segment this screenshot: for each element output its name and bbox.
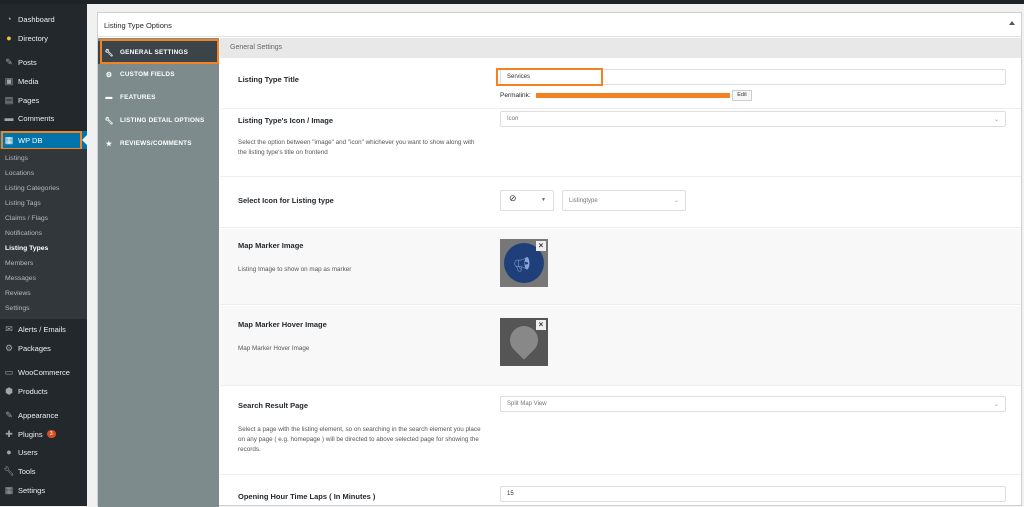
tab-custom-fields[interactable]: ⚙ CUSTOM FIELDS bbox=[98, 63, 219, 86]
submenu-listing-categories[interactable]: Listing Categories bbox=[5, 185, 59, 192]
user-icon: ● bbox=[6, 447, 12, 457]
wrench-icon: 🔧︎ bbox=[3, 465, 15, 476]
submenu-settings[interactable]: Settings bbox=[5, 305, 30, 312]
permalink-edit-button[interactable]: Edit bbox=[732, 90, 752, 101]
icon-image-select[interactable]: Icon ⌄ bbox=[500, 111, 1006, 127]
label-map-marker-hover: Map Marker Hover Image bbox=[238, 320, 327, 329]
gear-icon: ⚙ bbox=[105, 71, 113, 79]
submenu-messages[interactable]: Messages bbox=[5, 275, 36, 282]
search-result-description: Select a page with the listing element, … bbox=[238, 426, 481, 453]
tab-reviews-comments[interactable]: ★ REVIEWS/COMMENTS bbox=[98, 132, 219, 155]
map-marker-description: Listing Image to show on map as marker bbox=[238, 266, 352, 273]
submenu-listing-types[interactable]: Listing Types bbox=[5, 245, 48, 252]
row-map-marker: Map Marker Image Listing Image to show o… bbox=[220, 229, 1021, 305]
media-icon: ▣ bbox=[4, 75, 14, 86]
label-select-icon: Select Icon for Listing type bbox=[238, 196, 334, 205]
submenu-locations[interactable]: Locations bbox=[5, 170, 34, 177]
sidebar-item-media[interactable]: ▣ Media bbox=[0, 72, 87, 90]
icon-image-description: Select the option between "image" and "i… bbox=[238, 139, 475, 156]
admin-top-bar bbox=[0, 0, 1024, 4]
settings-tabs: 🔧︎ GENERAL SETTINGS ⚙ CUSTOM FIELDS ▬ FEATU… bbox=[98, 38, 219, 507]
label-icon-image: Listing Type's Icon / Image bbox=[238, 116, 333, 125]
label-listing-type-title: Listing Type Title bbox=[238, 75, 299, 84]
sidebar-item-settings[interactable]: ▦ Settings bbox=[0, 481, 87, 499]
label-opening-hours: Opening Hour Time Laps ( In Minutes ) bbox=[238, 492, 376, 501]
submenu-reviews[interactable]: Reviews bbox=[5, 290, 31, 297]
dashboard-icon: ◔ bbox=[6, 14, 12, 24]
highlight-outline-general-settings bbox=[100, 39, 219, 64]
tab-features[interactable]: ▬ FEATURES bbox=[98, 86, 219, 109]
listing-type-options-panel: Listing Type Options 🔧︎ GENERAL SETTINGS … bbox=[97, 12, 1022, 507]
sidebar-item-packages[interactable]: ⚙ Packages bbox=[0, 339, 87, 357]
comment-icon: ▬ bbox=[4, 113, 14, 123]
sidebar-item-dashboard[interactable]: ◔ Dashboard bbox=[0, 10, 87, 28]
current-menu-arrow bbox=[82, 135, 87, 145]
sidebar-item-alerts[interactable]: ✉ Alerts / Emails bbox=[0, 320, 87, 338]
mail-icon: ✉ bbox=[5, 323, 13, 334]
chevron-down-icon: ⌄ bbox=[673, 198, 679, 204]
row-search-result-page: Search Result Page Select a page with th… bbox=[220, 387, 1021, 475]
sidebar-item-directory[interactable]: ● Directory bbox=[0, 29, 87, 47]
package-icon: ⚙ bbox=[4, 342, 14, 353]
sidebar-item-plugins[interactable]: ✚ Plugins 3 bbox=[0, 425, 87, 443]
chevron-down-icon: ⌄ bbox=[993, 117, 999, 123]
caret-down-icon: ▼ bbox=[541, 197, 546, 203]
product-icon: ⬢ bbox=[5, 385, 13, 396]
permalink-label: Permalink: bbox=[500, 92, 531, 99]
plugins-update-badge: 3 bbox=[46, 430, 56, 438]
sidebar-item-posts[interactable]: ✎ Posts bbox=[0, 53, 87, 71]
row-map-marker-hover: Map Marker Hover Image Map Marker Hover … bbox=[220, 306, 1021, 386]
submenu-notifications[interactable]: Notifications bbox=[5, 230, 42, 237]
row-opening-hours: Opening Hour Time Laps ( In Minutes ) 15 bbox=[220, 476, 1021, 507]
submenu-listing-tags[interactable]: Listing Tags bbox=[5, 200, 41, 207]
card-icon: ▬ bbox=[105, 94, 113, 101]
chevron-down-icon: ⌄ bbox=[993, 402, 999, 408]
map-marker-hover-thumbnail[interactable]: × bbox=[500, 318, 548, 366]
row-listing-type-title: Listing Type Title Services Permalink: E… bbox=[220, 59, 1021, 109]
label-map-marker: Map Marker Image bbox=[238, 241, 304, 250]
collapse-caret-icon[interactable] bbox=[1009, 21, 1015, 25]
page-icon: ▤ bbox=[4, 94, 14, 105]
brush-icon: ✎ bbox=[5, 409, 13, 420]
sidebar-item-appearance[interactable]: ✎ Appearance bbox=[0, 406, 87, 424]
pin-icon: ✎ bbox=[5, 56, 13, 67]
wrench-icon: 🔧︎ bbox=[104, 117, 114, 125]
map-marker-thumbnail[interactable]: 📢︎ × bbox=[500, 239, 548, 287]
icon-picker-button[interactable]: ⊘ ▼ bbox=[500, 190, 554, 211]
panel-title: Listing Type Options bbox=[98, 13, 1021, 37]
star-icon: ★ bbox=[105, 140, 113, 148]
label-search-result-page: Search Result Page bbox=[238, 401, 309, 410]
sidebar-item-users[interactable]: ● Users bbox=[0, 443, 87, 461]
tab-listing-detail-options[interactable]: 🔧︎ LISTING DETAIL OPTIONS bbox=[98, 109, 219, 132]
sidebar-item-pages[interactable]: ▤ Pages bbox=[0, 91, 87, 109]
opening-hours-input[interactable]: 15 bbox=[500, 486, 1006, 502]
directory-icon: ● bbox=[6, 33, 12, 43]
wpdb-submenu: Listings Locations Listing Categories Li… bbox=[0, 149, 87, 319]
icon-search-field[interactable]: Listingtype ⌄ bbox=[562, 190, 686, 211]
sidebar-item-comments[interactable]: ▬ Comments bbox=[0, 109, 87, 127]
row-icon-image: Listing Type's Icon / Image Select the o… bbox=[220, 109, 1021, 177]
remove-image-icon[interactable]: × bbox=[536, 320, 546, 330]
admin-sidebar: ◔ Dashboard ● Directory ✎ Posts ▣ Media ▤ Pag… bbox=[0, 4, 87, 506]
permalink-redacted bbox=[536, 93, 730, 98]
highlight-outline-title bbox=[496, 68, 603, 86]
row-select-icon: Select Icon for Listing type ⊘ ▼ Listingt… bbox=[220, 178, 1021, 228]
block-icon: ⊘ bbox=[509, 193, 517, 203]
section-title: General Settings bbox=[220, 38, 1021, 58]
settings-icon: ▦ bbox=[4, 484, 14, 495]
remove-image-icon[interactable]: × bbox=[536, 241, 546, 251]
woo-icon: ▭ bbox=[4, 366, 14, 377]
sidebar-item-tools[interactable]: 🔧︎ Tools bbox=[0, 462, 87, 480]
map-marker-hover-description: Map Marker Hover Image bbox=[238, 345, 310, 352]
highlight-outline-wpdb bbox=[1, 131, 82, 150]
sidebar-item-woocommerce[interactable]: ▭ WooCommerce bbox=[0, 363, 87, 381]
submenu-listings[interactable]: Listings bbox=[5, 155, 28, 162]
search-result-page-select[interactable]: Split Map View ⌄ bbox=[500, 396, 1006, 412]
megaphone-icon: 📢︎ bbox=[513, 256, 531, 272]
submenu-claims-flags[interactable]: Claims / Flags bbox=[5, 215, 48, 222]
submenu-members[interactable]: Members bbox=[5, 260, 33, 267]
plugin-icon: ✚ bbox=[5, 428, 13, 439]
sidebar-item-products[interactable]: ⬢ Products bbox=[0, 382, 87, 400]
